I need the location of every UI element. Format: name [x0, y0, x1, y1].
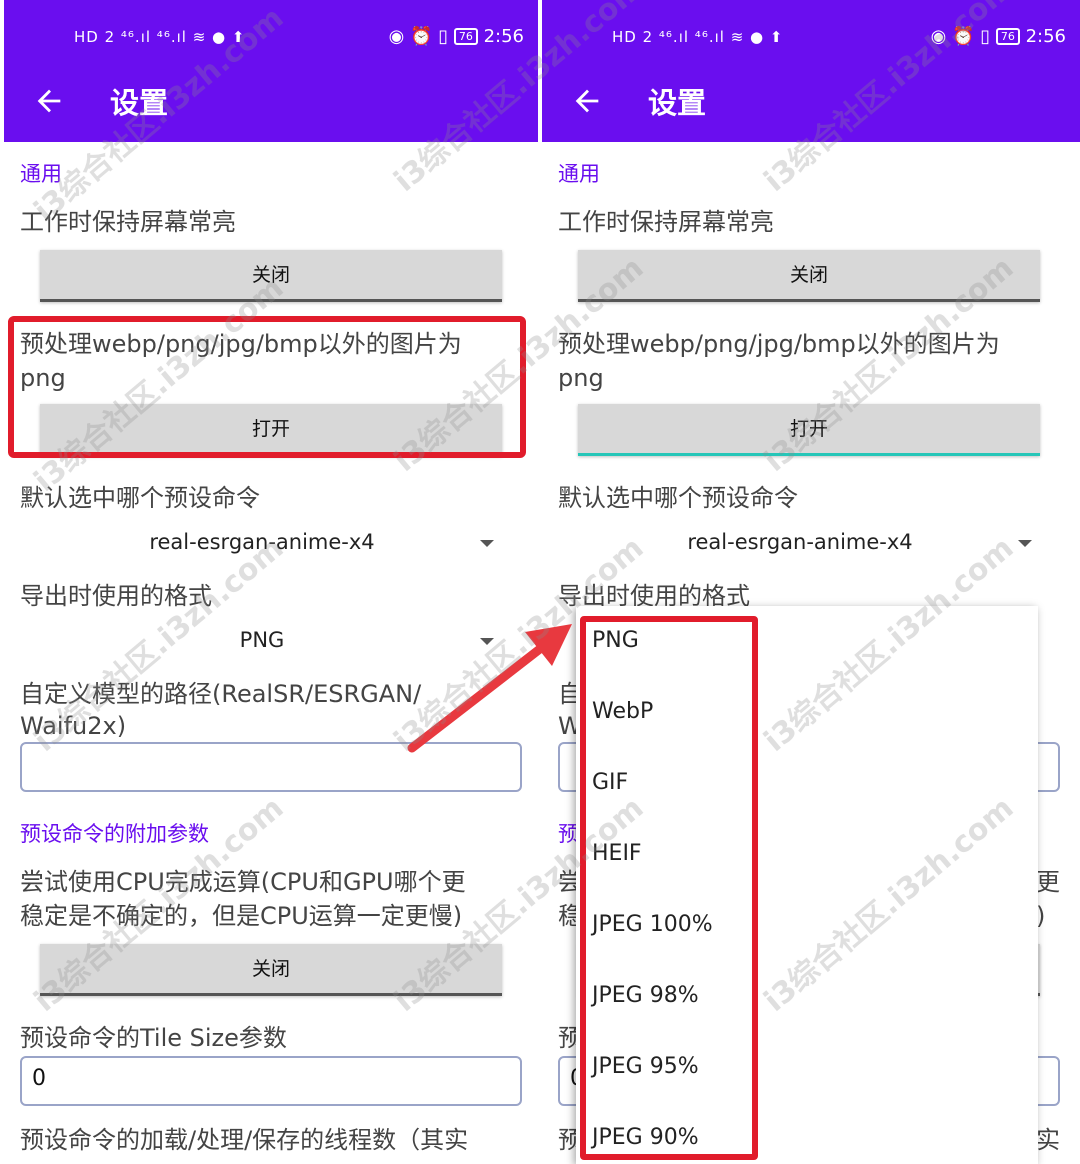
export-format-spinner[interactable]: PNG	[20, 620, 504, 664]
battery-icon: 76	[453, 28, 478, 45]
threads-label-end: 实	[1036, 1126, 1060, 1154]
preprocess-label-line2: png	[558, 364, 604, 392]
status-system-icons: ◉ ⏰ ▯	[388, 26, 449, 47]
model-path-input[interactable]	[20, 742, 522, 792]
tile-size-input[interactable]: 0	[20, 1056, 522, 1106]
back-arrow-icon[interactable]	[32, 84, 66, 118]
status-time: 2:56	[483, 26, 524, 47]
tile-size-label: 预设命令的Tile Size参数	[20, 1024, 287, 1052]
threads-label: 预设命令的加载/处理/保存的线程数（其实	[20, 1126, 469, 1154]
export-format-value: PNG	[239, 628, 285, 652]
default-preset-label: 默认选中哪个预设命令	[558, 484, 798, 512]
cpu-label-line1: 尝试使用CPU完成运算(CPU和GPU哪个更	[20, 868, 466, 896]
dropdown-arrow-icon	[480, 540, 494, 547]
page-title: 设置	[648, 86, 707, 120]
highlight-box-format-options	[580, 616, 758, 1160]
dropdown-arrow-icon	[1018, 540, 1032, 547]
section-preset-params: 预设命令的附加参数	[20, 822, 209, 846]
battery-icon: 76	[995, 28, 1020, 45]
keep-screen-on-label: 工作时保持屏幕常亮	[558, 208, 774, 236]
status-network-icons: HD 2 ⁴⁶.ıl ⁴⁶.ıl ≋ ● ⬆	[612, 28, 784, 46]
back-arrow-icon[interactable]	[570, 84, 604, 118]
cpu-label-line2: 稳定是不确定的，但是CPU运算一定更慢)	[20, 902, 463, 930]
status-right-group: ◉ ⏰ ▯ 76 2:56	[389, 26, 524, 47]
cpu-label-line1-end: 更	[1036, 868, 1060, 896]
section-general: 通用	[558, 162, 600, 186]
status-time: 2:56	[1025, 26, 1066, 47]
